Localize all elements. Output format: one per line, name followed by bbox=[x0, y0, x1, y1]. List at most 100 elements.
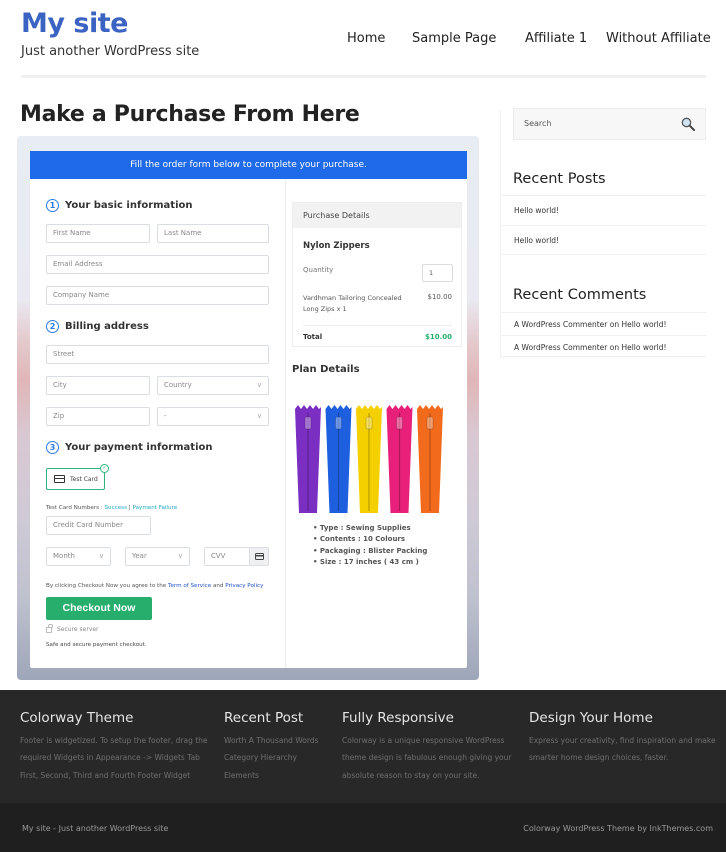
recent-post-link[interactable]: Hello world! bbox=[501, 225, 706, 255]
zipper-3 bbox=[356, 405, 382, 513]
footer-col-responsive: Fully Responsive Colorway is a unique re… bbox=[342, 710, 511, 784]
street-field[interactable]: Street bbox=[46, 345, 269, 364]
city-field[interactable]: City bbox=[46, 376, 150, 395]
step-number: 3 bbox=[46, 441, 59, 454]
footer-line: First, Second, Third and Fourth Footer W… bbox=[20, 770, 191, 780]
chevron-down-icon: ∨ bbox=[98, 552, 104, 560]
secure-server-label: Secure server bbox=[57, 626, 99, 633]
payment-method-test-card[interactable]: Test Card ✓ bbox=[46, 464, 109, 490]
footer-col-design-home: Design Your Home Express your creativity… bbox=[529, 710, 716, 767]
checkout-background: Fill the order form below to complete yo… bbox=[17, 136, 479, 680]
section-payment: 3 Your payment information bbox=[46, 441, 213, 454]
footer-line: absolute reason to stay on your site. bbox=[342, 770, 480, 780]
first-name-field[interactable]: First Name bbox=[46, 224, 150, 243]
payment-method-label: Test Card bbox=[70, 475, 98, 483]
footer-credit-link[interactable]: Colorway WordPress Theme by InkThemes.co… bbox=[523, 824, 713, 833]
footer-post-link[interactable]: Worth A Thousand Words bbox=[224, 732, 319, 749]
credit-card-icon bbox=[54, 475, 65, 483]
nav-item-sample-page[interactable]: Sample Page bbox=[412, 31, 496, 46]
footer-title: Colorway Theme bbox=[20, 710, 134, 726]
quantity-input[interactable]: 1 bbox=[422, 264, 453, 282]
zipper-1 bbox=[295, 405, 321, 513]
section-billing: 2 Billing address bbox=[46, 320, 149, 333]
success-link[interactable]: Success bbox=[104, 505, 127, 511]
country-select-value: Country bbox=[164, 381, 192, 389]
footer-line: Express your creativity, find inspiratio… bbox=[529, 736, 716, 745]
country-select[interactable]: Country ∨ bbox=[157, 376, 269, 395]
line-item-price: $10.00 bbox=[427, 293, 453, 301]
footer-widgets: Colorway Theme Footer is widgetized. To … bbox=[0, 690, 726, 803]
month-select[interactable]: Month ∨ bbox=[46, 547, 111, 566]
section-title: Your payment information bbox=[65, 442, 213, 453]
year-select-value: Year bbox=[132, 552, 147, 560]
terms-link[interactable]: Term of Service bbox=[168, 583, 211, 589]
zippers-product-image bbox=[295, 405, 443, 513]
total-label: Total bbox=[303, 333, 323, 341]
year-select[interactable]: Year ∨ bbox=[125, 547, 190, 566]
footer-line: required Widgets in Appearance -> Widget… bbox=[20, 753, 200, 763]
chevron-down-icon: ∨ bbox=[256, 381, 262, 389]
plan-details-title: Plan Details bbox=[292, 364, 360, 375]
plan-feature: Type : Sewing Supplies bbox=[313, 523, 427, 534]
footer-title: Design Your Home bbox=[529, 710, 653, 726]
footer-post-link[interactable]: Elements bbox=[224, 767, 319, 784]
total-value: $10.00 bbox=[424, 333, 452, 341]
footer-title: Fully Responsive bbox=[342, 710, 454, 726]
column-divider bbox=[285, 179, 286, 668]
search-icon[interactable] bbox=[681, 117, 695, 131]
checkout-banner: Fill the order form below to complete yo… bbox=[30, 151, 467, 179]
plan-features: Type : Sewing Supplies Contents : 10 Col… bbox=[313, 523, 427, 568]
terms-agreement: By clicking Checkout Now you agree to th… bbox=[46, 583, 263, 589]
quantity-label: Quantity bbox=[303, 266, 334, 274]
site-header: My site Just another WordPress site Home… bbox=[0, 0, 726, 80]
footer-line: theme design is fabulous enough giving y… bbox=[342, 753, 512, 763]
payment-failure-link[interactable]: Payment Failure bbox=[132, 505, 177, 511]
test-card-numbers: Test Card Numbers : Success | Payment Fa… bbox=[46, 505, 177, 511]
footer-line: Footer is widgetized. To setup the foote… bbox=[20, 736, 208, 745]
check-icon: ✓ bbox=[100, 464, 109, 473]
footer-post-link[interactable]: Category Hierarchy bbox=[224, 749, 319, 766]
privacy-link[interactable]: Privacy Policy bbox=[225, 583, 263, 589]
chevron-down-icon: ∨ bbox=[256, 412, 262, 420]
cvv-card-icon bbox=[249, 548, 268, 565]
search-input[interactable]: Search bbox=[513, 108, 706, 140]
header-divider bbox=[21, 75, 706, 78]
zip-field[interactable]: Zip bbox=[46, 407, 150, 426]
nav-item-without-affiliate[interactable]: Without Affiliate bbox=[606, 31, 711, 46]
card-number-field[interactable]: Credit Card Number bbox=[46, 516, 151, 535]
footer-col-recent-post: Recent Post Worth A Thousand Words Categ… bbox=[224, 710, 319, 784]
step-number: 2 bbox=[46, 320, 59, 333]
nav-item-affiliate-1[interactable]: Affiliate 1 bbox=[525, 31, 587, 46]
nav-item-home[interactable]: Home bbox=[347, 31, 385, 46]
company-field[interactable]: Company Name bbox=[46, 286, 269, 305]
recent-comments-title: Recent Comments bbox=[513, 287, 647, 303]
footer-title: Recent Post bbox=[224, 710, 304, 726]
page-title: Make a Purchase From Here bbox=[20, 102, 360, 127]
state-select[interactable]: - ∨ bbox=[157, 407, 269, 426]
plan-feature: Packaging : Blister Packing bbox=[313, 546, 427, 557]
agree-text: By clicking Checkout Now you agree to th… bbox=[46, 583, 168, 589]
recent-comment-link[interactable]: A WordPress Commenter on Hello world! bbox=[501, 312, 706, 334]
zipper-5 bbox=[417, 405, 443, 513]
secure-server: Secure server bbox=[46, 623, 99, 633]
lock-icon bbox=[46, 623, 53, 633]
recent-comment-link[interactable]: A WordPress Commenter on Hello world! bbox=[501, 335, 706, 357]
recent-posts-title: Recent Posts bbox=[513, 171, 606, 187]
checkout-form: Fill the order form below to complete yo… bbox=[30, 151, 467, 668]
footer-site-link[interactable]: My site - Just another WordPress site bbox=[22, 824, 168, 833]
recent-post-link[interactable]: Hello world! bbox=[501, 195, 706, 225]
purchase-details: Purchase Details Nylon Zippers Quantity … bbox=[292, 202, 462, 347]
purchase-details-heading: Purchase Details bbox=[293, 203, 461, 228]
section-title: Billing address bbox=[65, 321, 149, 332]
email-field[interactable]: Email Address bbox=[46, 255, 269, 274]
chevron-down-icon: ∨ bbox=[177, 552, 183, 560]
footer-bottom-bar: My site - Just another WordPress site Co… bbox=[0, 803, 726, 852]
last-name-field[interactable]: Last Name bbox=[157, 224, 269, 243]
agree-and: and bbox=[211, 583, 226, 589]
plan-feature: Contents : 10 Colours bbox=[313, 534, 427, 545]
checkout-now-button[interactable]: Checkout Now bbox=[46, 597, 152, 620]
test-numbers-label: Test Card Numbers : bbox=[46, 505, 105, 511]
section-title: Your basic information bbox=[65, 200, 193, 211]
cvv-field[interactable]: CVV bbox=[204, 547, 269, 566]
footer-line: smarter home design choices, faster. bbox=[529, 753, 669, 763]
